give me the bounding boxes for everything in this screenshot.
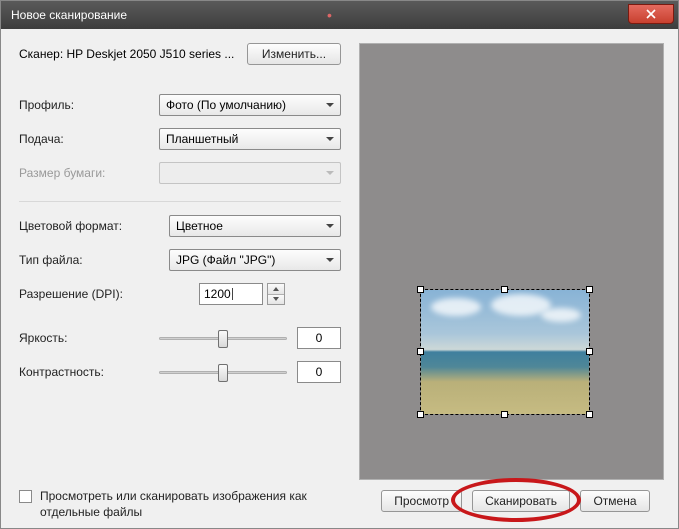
separate-files-checkbox[interactable] xyxy=(19,490,32,503)
spinner-up-icon[interactable] xyxy=(268,284,284,295)
file-type-label: Тип файла: xyxy=(19,253,169,267)
paper-size-label: Размер бумаги: xyxy=(19,166,159,180)
profile-label: Профиль: xyxy=(19,98,159,112)
preview-button[interactable]: Просмотр xyxy=(381,490,462,512)
color-format-dropdown[interactable]: Цветное xyxy=(169,215,341,237)
brightness-label: Яркость: xyxy=(19,331,159,345)
contrast-value[interactable]: 0 xyxy=(297,361,341,383)
crop-selection[interactable] xyxy=(420,289,590,415)
crop-handle[interactable] xyxy=(417,286,424,293)
chevron-down-icon xyxy=(326,256,334,264)
modified-indicator: • xyxy=(327,7,332,23)
preview-image xyxy=(421,290,589,414)
profile-dropdown[interactable]: Фото (По умолчанию) xyxy=(159,94,341,116)
scanner-name: HP Deskjet 2050 J510 series ... xyxy=(67,47,235,61)
cancel-button[interactable]: Отмена xyxy=(580,490,650,512)
brightness-slider[interactable] xyxy=(159,328,287,348)
window-title: Новое сканирование xyxy=(11,8,307,22)
chevron-down-icon xyxy=(326,169,334,177)
crop-handle[interactable] xyxy=(417,348,424,355)
source-label: Подача: xyxy=(19,132,159,146)
profile-value: Фото (По умолчанию) xyxy=(166,98,286,112)
scanner-label: Сканер: HP Deskjet 2050 J510 series ... xyxy=(19,47,247,61)
color-format-value: Цветное xyxy=(176,219,223,233)
crop-handle[interactable] xyxy=(501,411,508,418)
chevron-down-icon xyxy=(326,101,334,109)
crop-handle[interactable] xyxy=(417,411,424,418)
file-type-dropdown[interactable]: JPG (Файл "JPG") xyxy=(169,249,341,271)
paper-size-dropdown xyxy=(159,162,341,184)
contrast-label: Контрастность: xyxy=(19,365,159,379)
chevron-down-icon xyxy=(326,222,334,230)
crop-handle[interactable] xyxy=(586,286,593,293)
crop-handle[interactable] xyxy=(586,348,593,355)
dpi-input[interactable]: 1200 xyxy=(199,283,263,305)
dpi-label: Разрешение (DPI): xyxy=(19,287,169,301)
chevron-down-icon xyxy=(326,135,334,143)
file-type-value: JPG (Файл "JPG") xyxy=(176,253,275,267)
settings-panel: Сканер: HP Deskjet 2050 J510 series ... … xyxy=(1,29,353,528)
dialog-footer: Просмотр Сканировать Отмена xyxy=(359,480,664,522)
close-button[interactable] xyxy=(628,4,674,24)
source-dropdown[interactable]: Планшетный xyxy=(159,128,341,150)
scan-dialog: Новое сканирование • Сканер: HP Deskjet … xyxy=(0,0,679,529)
scan-button[interactable]: Сканировать xyxy=(472,490,570,512)
titlebar: Новое сканирование • xyxy=(1,1,678,29)
color-format-label: Цветовой формат: xyxy=(19,219,169,233)
separate-files-label: Просмотреть или сканировать изображения … xyxy=(40,488,341,520)
brightness-value[interactable]: 0 xyxy=(297,327,341,349)
close-icon xyxy=(646,9,656,19)
dpi-spinner[interactable] xyxy=(267,283,285,305)
crop-handle[interactable] xyxy=(586,411,593,418)
crop-handle[interactable] xyxy=(501,286,508,293)
spinner-down-icon[interactable] xyxy=(268,295,284,305)
contrast-slider[interactable] xyxy=(159,362,287,382)
source-value: Планшетный xyxy=(166,132,238,146)
change-scanner-button[interactable]: Изменить... xyxy=(247,43,341,65)
preview-area[interactable] xyxy=(359,43,664,480)
